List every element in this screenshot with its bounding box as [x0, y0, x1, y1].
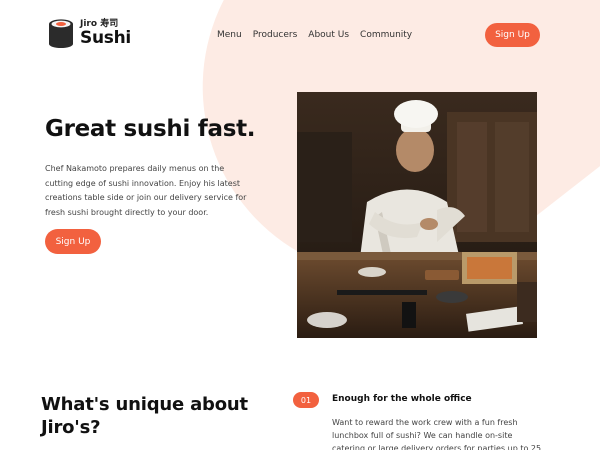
sushi-roll-icon: [48, 18, 74, 48]
feature-description: Want to reward the work crew with a fun …: [332, 418, 544, 450]
section-title: What's unique about Jiro's?: [41, 394, 248, 438]
feature-number-badge: 01: [293, 392, 319, 408]
hero-description: Chef Nakamoto prepares daily menus on th…: [45, 164, 247, 217]
brand-logo[interactable]: Jiro 寿司 Sushi: [48, 18, 131, 48]
landing-page: Jiro 寿司 Sushi Menu Producers About Us Co…: [0, 0, 600, 450]
nav-item-community[interactable]: Community: [360, 30, 412, 40]
header-signup-button[interactable]: Sign Up: [485, 23, 540, 47]
nav-item-menu[interactable]: Menu: [217, 30, 242, 40]
nav-item-about-us[interactable]: About Us: [308, 30, 349, 40]
hero-title: Great sushi fast.: [45, 116, 256, 142]
hero-signup-button[interactable]: Sign Up: [45, 229, 101, 254]
logo-text: Jiro 寿司 Sushi: [80, 19, 131, 48]
nav-item-producers[interactable]: Producers: [253, 30, 298, 40]
site-header: Jiro 寿司 Sushi Menu Producers About Us Co…: [0, 0, 600, 70]
chef-photo: [297, 92, 537, 338]
feature-title: Enough for the whole office: [332, 394, 472, 404]
main-nav: Menu Producers About Us Community: [217, 30, 412, 40]
logo-name: Sushi: [80, 27, 131, 48]
